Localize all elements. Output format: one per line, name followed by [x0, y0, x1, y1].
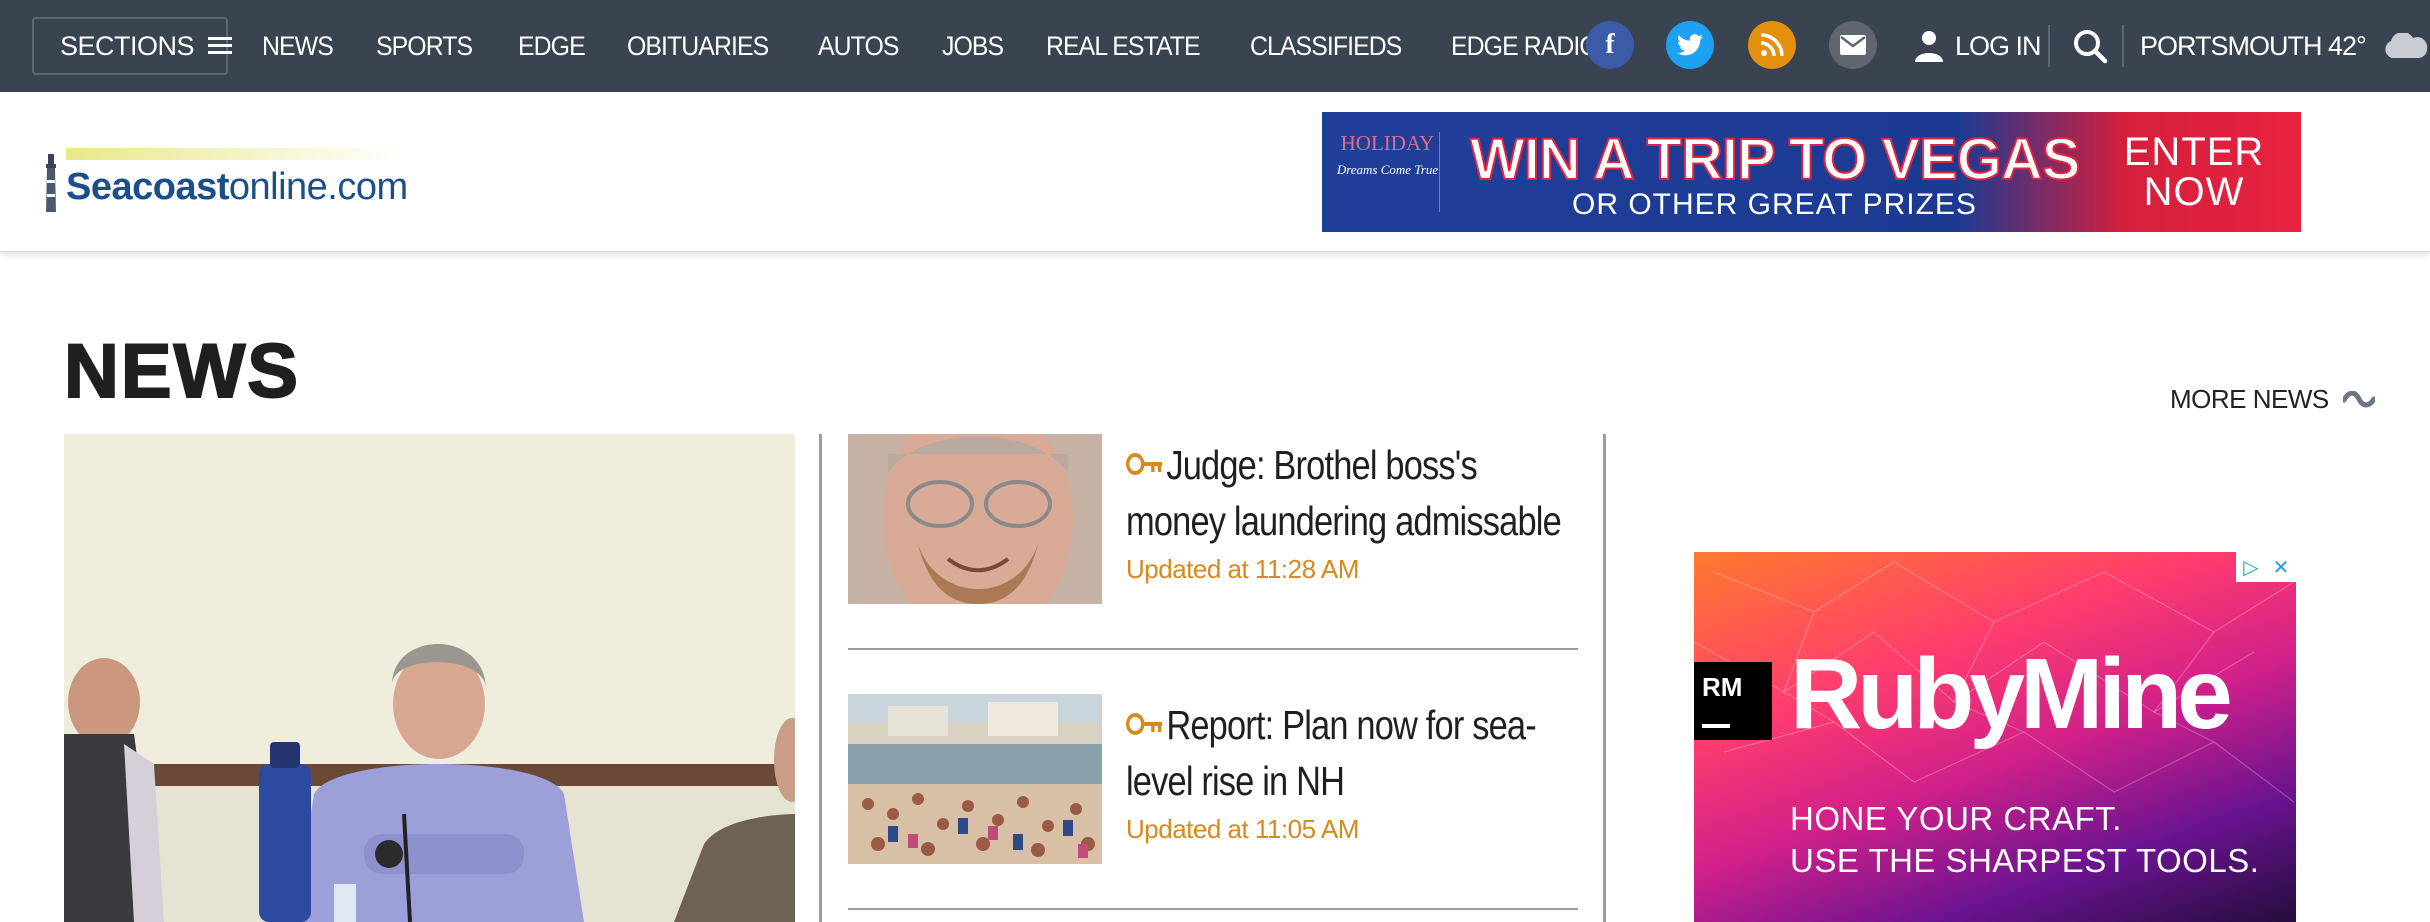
premium-key-icon: [1126, 713, 1163, 735]
ad-info-icon[interactable]: ▷: [2236, 552, 2266, 582]
ad-close-icon[interactable]: ✕: [2266, 552, 2296, 582]
section-title: NEWS: [63, 329, 300, 414]
premium-key-icon: [1126, 453, 1163, 475]
nav-link-sports[interactable]: SPORTS: [376, 31, 473, 62]
story-item[interactable]: Report: Plan now for sea-level rise in N…: [848, 694, 1578, 864]
story-thumbnail: [848, 434, 1102, 604]
sections-menu-button[interactable]: SECTIONS: [32, 17, 233, 75]
search-icon[interactable]: [2072, 28, 2108, 64]
ad-tagline: HONE YOUR CRAFT.: [1790, 800, 2122, 837]
ad-tagline: USE THE SHARPEST TOOLS.: [1790, 842, 2260, 879]
nav-link-autos[interactable]: AUTOS: [818, 31, 899, 62]
user-icon: [1915, 31, 1943, 62]
story-headline[interactable]: Judge: Brothel boss's money laundering a…: [1126, 438, 1571, 550]
nav-divider: [2122, 25, 2124, 67]
nav-divider: [2048, 25, 2050, 67]
nav-link-edge-radio[interactable]: EDGE RADIO: [1451, 31, 1599, 62]
ad-headline: WIN A TRIP TO VEGAS: [1469, 126, 2081, 193]
nav-link-news[interactable]: NEWS: [262, 31, 334, 62]
weather-label: PORTSMOUTH 42°: [2140, 30, 2367, 61]
nav-link-classifieds[interactable]: CLASSIFIEDS: [1250, 31, 1402, 62]
ad-brand: RubyMine: [1790, 638, 2233, 750]
story-timestamp: Updated at 11:28 AM: [1126, 554, 1359, 584]
ad-subline: OR OTHER GREAT PRIZES: [1572, 188, 1977, 221]
nav-link-obituaries[interactable]: OBITUARIES: [627, 31, 769, 62]
weather-widget[interactable]: PORTSMOUTH 42°: [2140, 22, 2428, 70]
wave-arrow-icon: [2342, 390, 2375, 407]
sidebar-ad-rubymine[interactable]: RM RubyMine HONE YOUR CRAFT. USE THE SHA…: [1694, 552, 2296, 922]
holiday-badge: HOLIDAY Dreams Come True: [1336, 131, 1440, 212]
lighthouse-beam: [66, 148, 406, 160]
banner-ad-vegas[interactable]: HOLIDAY Dreams Come True WIN A TRIP TO V…: [1322, 112, 2301, 232]
story-timestamp: Updated at 11:05 AM: [1126, 814, 1359, 844]
sections-label: SECTIONS: [60, 30, 195, 61]
nav-link-real-estate[interactable]: REAL ESTATE: [1046, 31, 1201, 62]
more-news-link[interactable]: MORE NEWS: [2170, 384, 2375, 415]
story-thumbnail: [848, 694, 1102, 864]
meeting-photo: [64, 434, 795, 922]
column-divider: [819, 434, 822, 922]
rm-logo-badge: RM: [1694, 662, 1772, 740]
more-news-label: MORE NEWS: [2170, 384, 2329, 414]
nav-link-jobs[interactable]: JOBS: [942, 31, 1004, 62]
rss-icon[interactable]: [1748, 21, 1796, 69]
logo-wordmark: Seacoastonline.com: [66, 166, 408, 208]
top-navigation-bar: SECTIONS NEWS SPORTS EDGE OBITUARIES AUT…: [0, 0, 2430, 92]
lead-story-photo[interactable]: [64, 434, 795, 922]
login-label: LOG IN: [1955, 30, 2042, 61]
adchoices-icon[interactable]: ▷ ✕: [2236, 552, 2296, 582]
story-headline[interactable]: Report: Plan now for sea-level rise in N…: [1126, 698, 1571, 810]
cloud-icon: [2385, 33, 2428, 58]
story-divider: [848, 648, 1578, 650]
story-divider: [848, 908, 1578, 910]
twitter-icon[interactable]: [1666, 21, 1714, 69]
primary-nav: NEWS SPORTS EDGE OBITUARIES AUTOS JOBS R…: [262, 0, 1648, 92]
site-logo[interactable]: Seacoastonline.com: [44, 132, 408, 212]
column-divider: [1603, 434, 1606, 922]
ad-cta: ENTER NOW: [2123, 130, 2265, 214]
story-item[interactable]: Judge: Brothel boss's money laundering a…: [848, 434, 1578, 604]
nav-link-edge[interactable]: EDGE: [518, 31, 586, 62]
email-icon[interactable]: [1829, 21, 1877, 69]
hamburger-icon: [208, 37, 233, 55]
login-link[interactable]: LOG IN: [1915, 22, 2042, 70]
facebook-icon[interactable]: f: [1586, 21, 1634, 69]
lighthouse-icon: [46, 154, 56, 212]
